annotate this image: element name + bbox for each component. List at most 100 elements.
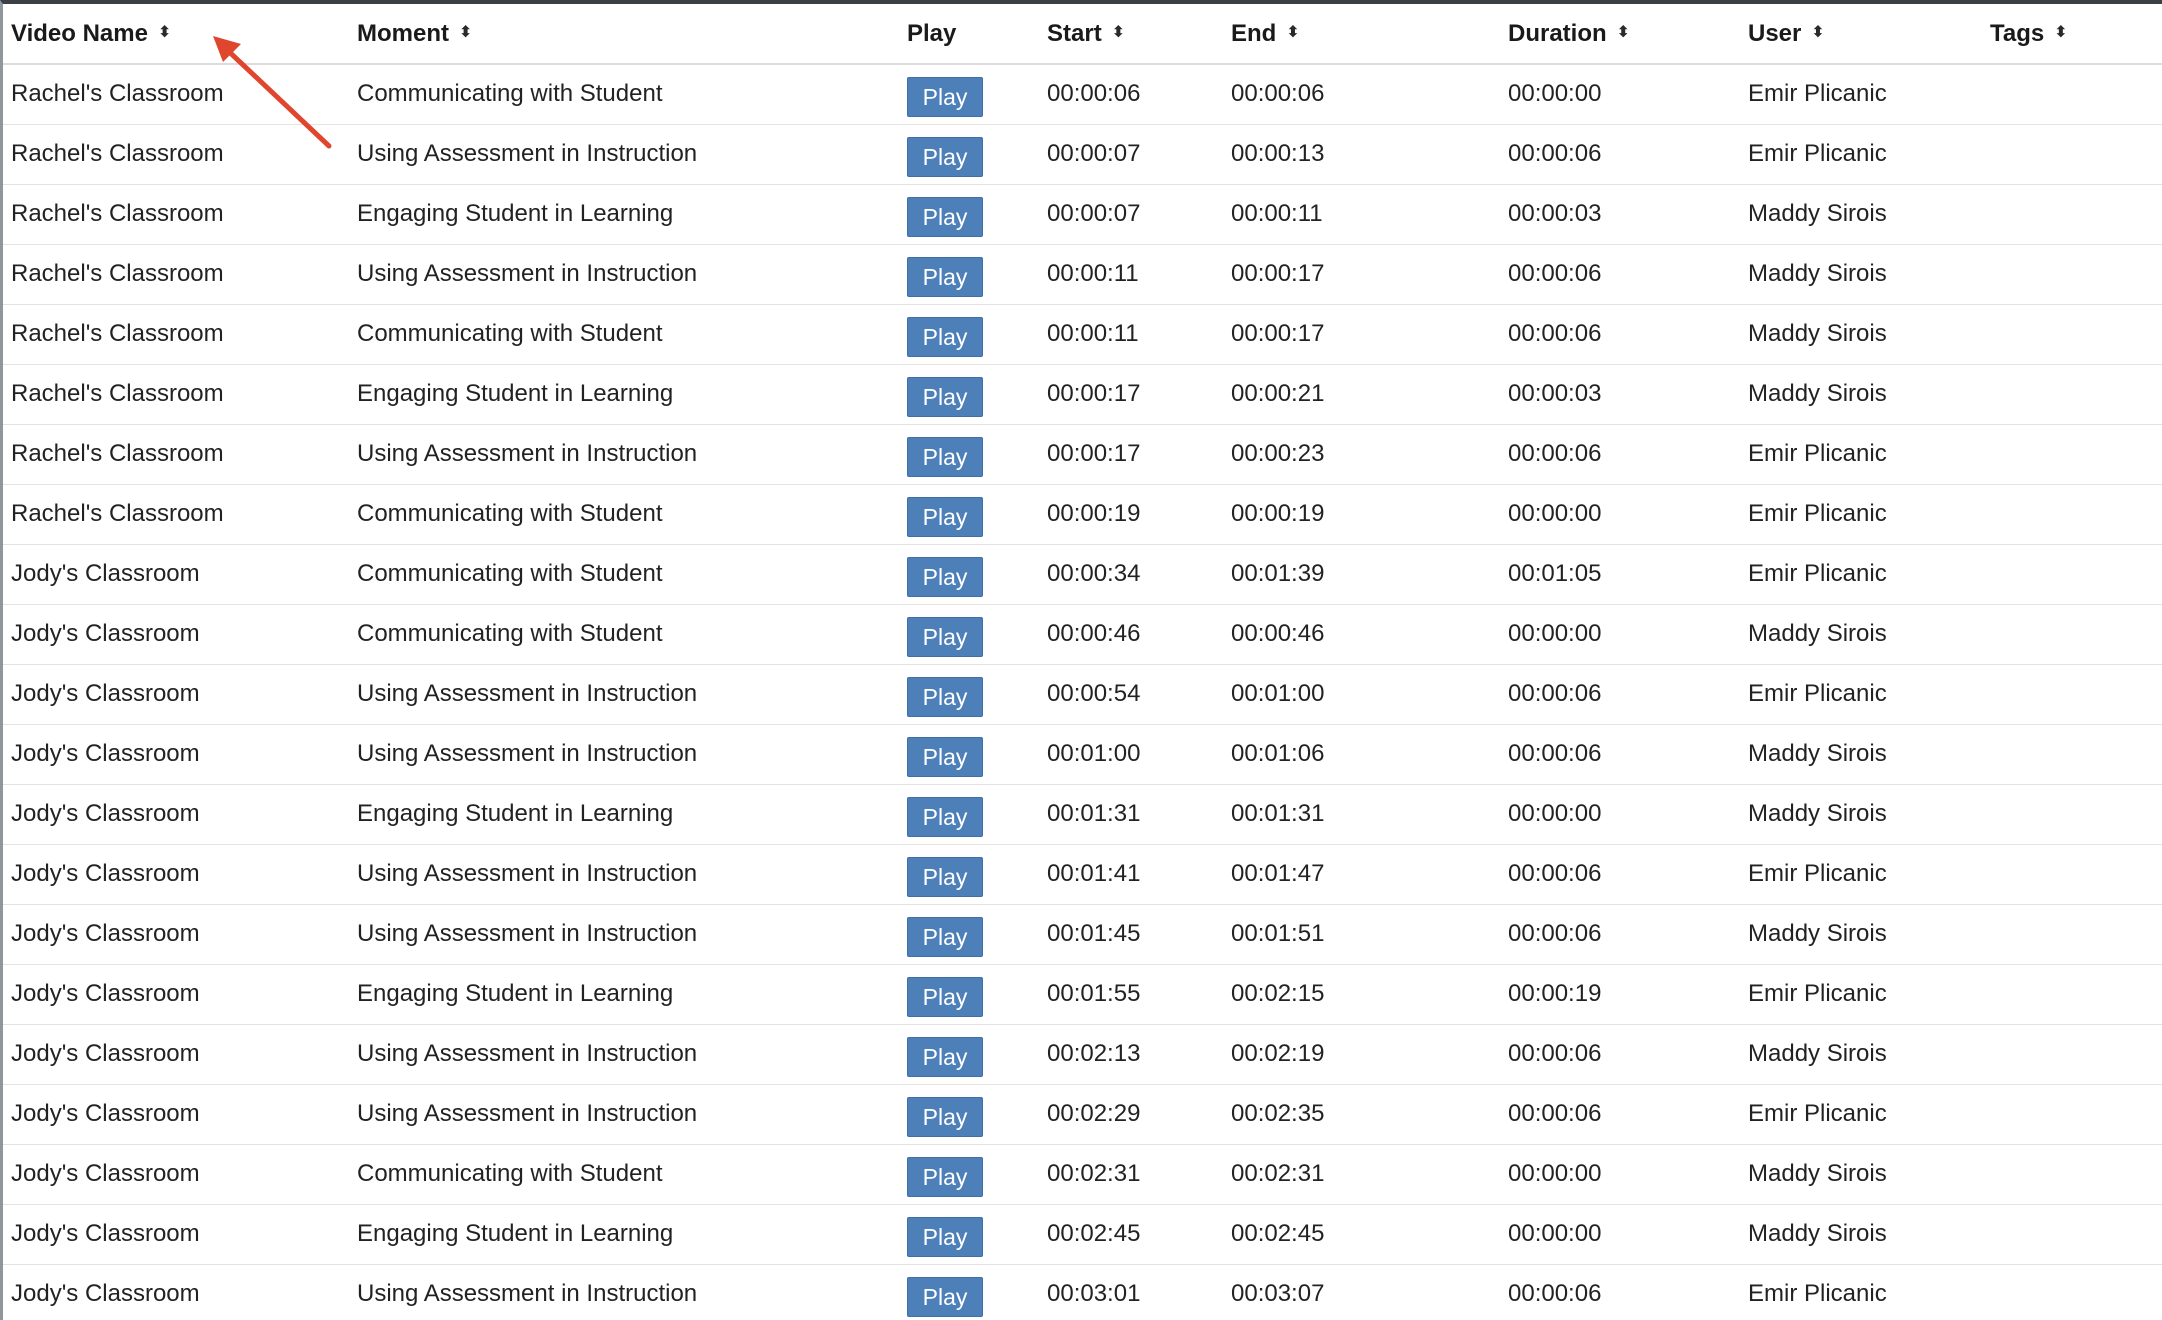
play-button[interactable]: Play	[907, 1037, 983, 1077]
play-button[interactable]: Play	[907, 557, 983, 597]
cell-duration: 00:00:06	[1508, 320, 1602, 347]
cell-duration: 00:00:19	[1508, 980, 1602, 1007]
cell-user: Emir Plicanic	[1748, 860, 1887, 887]
play-button[interactable]: Play	[907, 437, 983, 477]
cell-duration: 00:00:06	[1508, 920, 1602, 947]
column-header-end[interactable]: End ⬍	[1223, 4, 1500, 65]
cell-moment: Communicating with Student	[357, 1160, 663, 1187]
table-row: Jody's Classroom Communicating with Stude…	[3, 604, 2162, 664]
cell-start: 00:00:06	[1047, 80, 1141, 108]
play-button[interactable]: Play	[907, 797, 983, 837]
play-button[interactable]: Play	[907, 1277, 983, 1317]
cell-tags	[1982, 124, 2162, 184]
table-row: Rachel's Classroom Using Assessment in In…	[3, 124, 2162, 184]
cell-duration: 00:00:06	[1508, 440, 1602, 467]
play-button[interactable]: Play	[907, 737, 983, 777]
play-button[interactable]: Play	[907, 197, 983, 237]
table-row: Jody's Classroom Using Assessment in Inst…	[3, 1264, 2162, 1320]
cell-video-name: Jody's Classroom	[11, 1100, 200, 1127]
column-header-start[interactable]: Start ⬍	[1039, 4, 1223, 65]
column-header-user[interactable]: User ⬍	[1740, 4, 1982, 65]
cell-video-name: Jody's Classroom	[11, 620, 200, 647]
column-header-label: Moment	[357, 19, 449, 47]
moments-page: Video Name ⬍ Moment ⬍ Play Start ⬍ End ⬍ Duration…	[0, 0, 2162, 1320]
cell-end: 00:01:39	[1231, 560, 1325, 587]
cell-video-name: Rachel's Classroom	[11, 140, 224, 167]
column-header-tags[interactable]: Tags ⬍	[1982, 4, 2162, 65]
cell-play: Play	[899, 604, 1039, 664]
play-button[interactable]: Play	[907, 977, 983, 1017]
cell-duration: 00:00:00	[1508, 620, 1602, 647]
cell-video-name: Jody's Classroom	[11, 560, 200, 587]
table-header: Video Name ⬍ Moment ⬍ Play Start ⬍ End ⬍ Duration…	[3, 4, 2162, 65]
cell-video-name: Jody's Classroom	[11, 1280, 200, 1307]
cell-video-name: Rachel's Classroom	[11, 500, 224, 527]
cell-tags	[1982, 424, 2162, 484]
cell-video-name: Jody's Classroom	[11, 920, 200, 947]
column-header-duration[interactable]: Duration ⬍	[1500, 4, 1740, 65]
cell-tags	[1982, 364, 2162, 424]
column-header-play: Play	[899, 4, 1039, 65]
cell-play: Play	[899, 1264, 1039, 1320]
cell-moment: Communicating with Student	[357, 320, 663, 347]
play-button[interactable]: Play	[907, 677, 983, 717]
sort-icon[interactable]: ⬍	[158, 25, 171, 41]
cell-video-name: Jody's Classroom	[11, 740, 200, 767]
cell-start: 00:00:34	[1047, 560, 1141, 587]
cell-moment: Using Assessment in Instruction	[357, 740, 698, 767]
play-button[interactable]: Play	[907, 1157, 983, 1197]
cell-tags	[1982, 1264, 2162, 1320]
play-button[interactable]: Play	[907, 257, 983, 297]
cell-play: Play	[899, 1084, 1039, 1144]
cell-tags	[1982, 64, 2162, 124]
play-button[interactable]: Play	[907, 1217, 983, 1257]
cell-moment: Using Assessment in Instruction	[357, 920, 698, 947]
play-button[interactable]: Play	[907, 617, 983, 657]
sort-icon[interactable]: ⬍	[2054, 25, 2067, 41]
cell-tags	[1982, 304, 2162, 364]
cell-play: Play	[899, 724, 1039, 784]
table-row: Rachel's Classroom Using Assessment in In…	[3, 424, 2162, 484]
cell-duration: 00:00:00	[1508, 80, 1602, 108]
cell-user: Emir Plicanic	[1748, 140, 1887, 167]
play-button[interactable]: Play	[907, 497, 983, 537]
column-header-video-name[interactable]: Video Name ⬍	[3, 4, 349, 65]
cell-moment: Engaging Student in Learning	[357, 980, 674, 1007]
table-row: Jody's Classroom Communicating with Stude…	[3, 544, 2162, 604]
sort-icon[interactable]: ⬍	[1811, 25, 1824, 41]
play-button[interactable]: Play	[907, 917, 983, 957]
cell-video-name: Rachel's Classroom	[11, 200, 224, 227]
column-header-moment[interactable]: Moment ⬍	[349, 4, 899, 65]
cell-moment: Communicating with Student	[357, 620, 663, 647]
cell-tags	[1982, 1084, 2162, 1144]
play-button[interactable]: Play	[907, 77, 983, 118]
column-header-label: Video Name	[11, 19, 148, 47]
sort-icon[interactable]: ⬍	[1617, 25, 1630, 41]
play-button[interactable]: Play	[907, 317, 983, 357]
cell-moment: Communicating with Student	[357, 80, 663, 108]
play-button[interactable]: Play	[907, 1097, 983, 1137]
play-button[interactable]: Play	[907, 137, 983, 177]
moments-table: Video Name ⬍ Moment ⬍ Play Start ⬍ End ⬍ Duration…	[3, 4, 2162, 1320]
play-button[interactable]: Play	[907, 857, 983, 897]
sort-icon[interactable]: ⬍	[1112, 25, 1125, 41]
cell-moment: Engaging Student in Learning	[357, 1220, 674, 1247]
cell-end: 00:00:13	[1231, 140, 1325, 167]
cell-start: 00:01:00	[1047, 740, 1141, 767]
table-row: Jody's Classroom Using Assessment in Inst…	[3, 1024, 2162, 1084]
cell-end: 00:03:07	[1231, 1280, 1325, 1307]
cell-moment: Using Assessment in Instruction	[357, 1280, 698, 1307]
cell-play: Play	[899, 184, 1039, 244]
cell-duration: 00:00:06	[1508, 860, 1602, 887]
cell-video-name: Rachel's Classroom	[11, 260, 224, 287]
cell-video-name: Jody's Classroom	[11, 800, 200, 827]
cell-play: Play	[899, 64, 1039, 124]
cell-user: Emir Plicanic	[1748, 1100, 1887, 1127]
cell-play: Play	[899, 544, 1039, 604]
sort-icon[interactable]: ⬍	[1286, 25, 1299, 41]
cell-moment: Using Assessment in Instruction	[357, 260, 698, 287]
cell-video-name: Rachel's Classroom	[11, 380, 224, 407]
play-button[interactable]: Play	[907, 377, 983, 417]
sort-icon[interactable]: ⬍	[459, 25, 472, 41]
cell-user: Maddy Sirois	[1748, 320, 1887, 347]
